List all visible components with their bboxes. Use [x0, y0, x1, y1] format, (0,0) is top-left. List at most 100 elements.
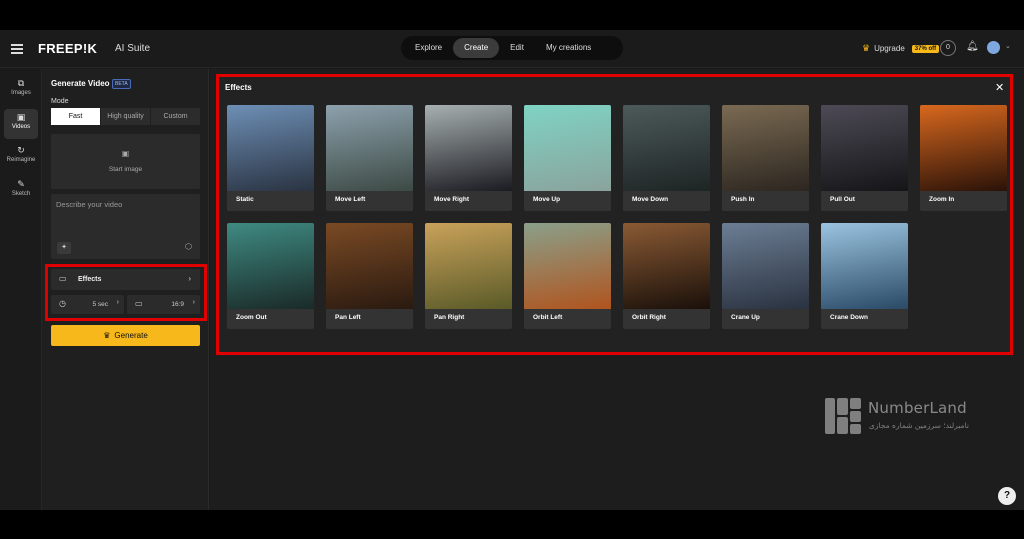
effect-card[interactable]: Pull Out [821, 105, 908, 211]
effect-thumbnail [920, 105, 1007, 191]
aspect-ratio-value: 16:9 [171, 301, 184, 308]
effect-label: Pull Out [830, 196, 855, 203]
tab-my-creations[interactable]: My creations [535, 38, 602, 58]
aspect-ratio-selector[interactable]: ▭ 16:9 › [127, 295, 200, 314]
chevron-right-icon: › [188, 274, 191, 283]
effect-label: Static [236, 196, 254, 203]
effect-label: Zoom In [929, 196, 955, 203]
effect-thumbnail [227, 105, 314, 191]
rail-item-label: Videos [11, 124, 31, 130]
mode-custom[interactable]: Custom [151, 108, 200, 125]
chevron-right-icon: › [192, 299, 195, 306]
mode-fast[interactable]: Fast [51, 108, 100, 125]
aspect-ratio-icon: ▭ [135, 299, 143, 308]
suite-label: AI Suite [115, 43, 151, 54]
effect-label: Zoom Out [236, 314, 267, 321]
mode-label: Mode [51, 98, 69, 105]
left-rail: ⧉ Images ▣ Videos ↻ Reimagine ✎ Sketch [0, 69, 42, 510]
effect-card[interactable]: Push In [722, 105, 809, 211]
rail-item-images[interactable]: ⧉ Images [4, 75, 38, 105]
prompt-placeholder: Describe your video [56, 200, 123, 209]
effects-title: Effects [225, 83, 252, 92]
effect-label: Orbit Right [632, 314, 666, 321]
effect-card[interactable]: Pan Right [425, 223, 512, 329]
effect-card[interactable]: Static [227, 105, 314, 211]
effect-label: Move Down [632, 196, 669, 203]
effect-card[interactable]: Move Down [623, 105, 710, 211]
effect-thumbnail [821, 105, 908, 191]
main-nav: Explore Create Edit My creations [401, 36, 623, 60]
effect-thumbnail [524, 105, 611, 191]
effect-card[interactable]: Orbit Left [524, 223, 611, 329]
effect-label: Orbit Left [533, 314, 563, 321]
effect-label: Crane Down [830, 314, 868, 321]
mode-high-quality[interactable]: High quality [101, 108, 150, 125]
tab-create[interactable]: Create [453, 38, 500, 58]
effect-label: Move Up [533, 196, 561, 203]
bell-icon[interactable]: 🔔︎ [966, 41, 979, 52]
effect-label: Move Left [335, 196, 366, 203]
chevron-down-icon[interactable]: ⌄ [1005, 42, 1011, 50]
chevron-right-icon: › [116, 299, 119, 306]
folder-icon: ▭ [59, 274, 67, 283]
menu-icon[interactable] [11, 44, 23, 54]
effect-thumbnail [524, 223, 611, 309]
effect-thumbnail [227, 223, 314, 309]
effects-selector[interactable]: ▭ Effects › [51, 269, 200, 290]
watermark: NumberLand نامبرلند؛ سرزمین شماره مجازی [825, 397, 995, 435]
help-button[interactable]: ? [998, 487, 1016, 505]
rail-item-reimagine[interactable]: ↻ Reimagine [4, 142, 38, 172]
rail-item-sketch[interactable]: ✎ Sketch [4, 176, 38, 206]
logo[interactable]: FREEP!K [38, 41, 97, 56]
effect-label: Push In [731, 196, 755, 203]
rail-item-videos[interactable]: ▣ Videos [4, 109, 38, 139]
effect-card[interactable]: Crane Up [722, 223, 809, 329]
image-add-icon: ▣ [121, 149, 130, 158]
effect-label: Move Right [434, 196, 470, 203]
upgrade-label: Upgrade [874, 44, 905, 53]
upgrade-button[interactable]: ♛ Upgrade 37% off [862, 43, 940, 54]
tab-explore[interactable]: Explore [404, 38, 453, 58]
effect-thumbnail [326, 223, 413, 309]
start-image-label: Start image [108, 166, 143, 173]
video-icon: ▣ [16, 112, 26, 122]
generate-label: Generate [114, 331, 148, 340]
effect-card[interactable]: Zoom In [920, 105, 1007, 211]
top-bar: FREEP!K AI Suite Explore Create Edit My … [0, 30, 1024, 68]
discount-badge: 37% off [911, 44, 940, 53]
crown-icon: ♛ [862, 43, 871, 53]
avatar[interactable] [987, 41, 1000, 54]
image-icon: ⧉ [17, 78, 25, 88]
effect-card[interactable]: Crane Down [821, 223, 908, 329]
effect-thumbnail [722, 105, 809, 191]
effect-card[interactable]: Move Right [425, 105, 512, 211]
pen-icon: ✎ [17, 179, 25, 189]
generate-panel: Generate Video BETA Mode Fast High quali… [42, 69, 209, 510]
effect-card[interactable]: Zoom Out [227, 223, 314, 329]
cube-icon[interactable]: ⬡ [185, 242, 192, 251]
magic-wand-icon[interactable]: ✦ [57, 242, 71, 254]
mode-selector: Fast High quality Custom [51, 108, 200, 125]
rail-item-label: Sketch [11, 191, 31, 197]
tab-edit[interactable]: Edit [499, 38, 535, 58]
watermark-subtitle: نامبرلند؛ سرزمین شماره مجازی [869, 421, 969, 430]
watermark-logo [825, 398, 861, 434]
effect-card[interactable]: Orbit Right [623, 223, 710, 329]
crown-icon: ♛ [103, 331, 111, 340]
prompt-input[interactable]: Describe your video ✦ ⬡ [51, 194, 200, 259]
duration-value: 5 sec [92, 301, 108, 308]
effect-thumbnail [623, 223, 710, 309]
beta-badge: BETA [112, 79, 131, 89]
effect-thumbnail [623, 105, 710, 191]
start-image-dropzone[interactable]: ▣ Start image [51, 134, 200, 189]
close-icon[interactable]: ✕ [995, 81, 1004, 94]
effect-card[interactable]: Move Up [524, 105, 611, 211]
panel-title: Generate Video [51, 79, 110, 88]
effect-card[interactable]: Pan Left [326, 223, 413, 329]
refresh-icon: ↻ [17, 145, 25, 155]
effect-thumbnail [425, 105, 512, 191]
generate-button[interactable]: ♛ Generate [51, 325, 200, 346]
duration-selector[interactable]: ◷ 5 sec › [51, 295, 124, 314]
effect-card[interactable]: Move Left [326, 105, 413, 211]
credits-counter[interactable]: 0 [940, 40, 956, 56]
